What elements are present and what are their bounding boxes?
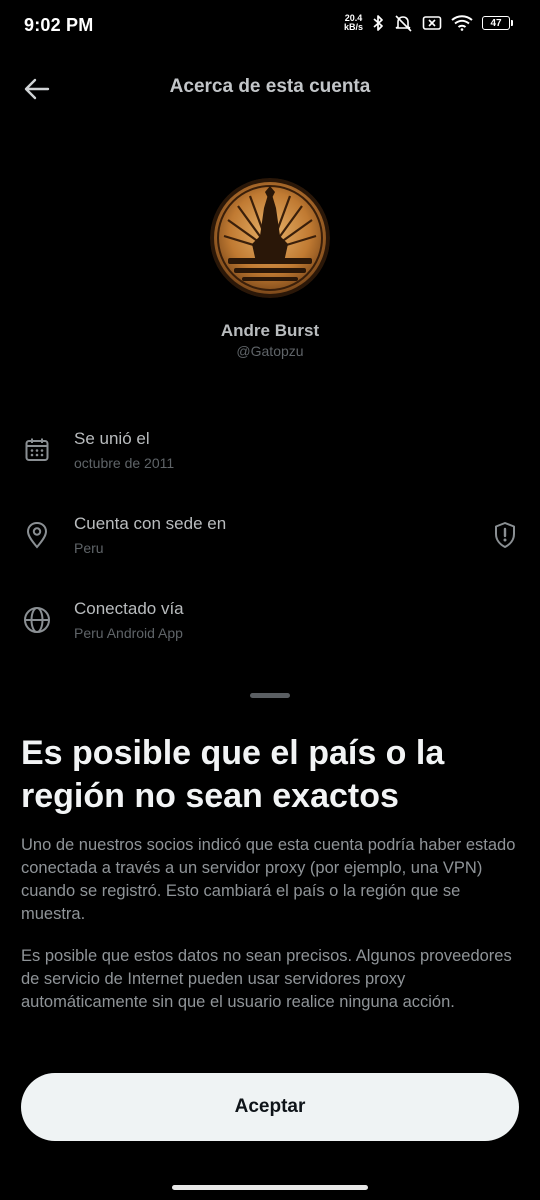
mute-icon — [395, 15, 412, 32]
profile-name: Andre Burst — [220, 321, 320, 340]
info-row-location: Cuenta con sede en Peru — [0, 514, 540, 578]
wifi-icon — [451, 15, 473, 31]
accept-button[interactable]: Aceptar — [21, 1073, 519, 1141]
profile-handle: @Gatopzu — [236, 343, 304, 359]
status-time: 9:02 PM — [24, 15, 94, 35]
network-speed-unit: kB/s — [343, 22, 363, 32]
joined-value: octubre de 2011 — [74, 455, 175, 471]
avatar[interactable] — [210, 178, 330, 298]
calendar-icon — [20, 433, 54, 467]
page-title: Acerca de esta cuenta — [169, 76, 371, 97]
sheet-paragraph-proxy: Uno de nuestros socios indicó que esta c… — [21, 836, 516, 923]
location-value: Peru — [74, 540, 104, 556]
battery-icon: 47 — [482, 16, 513, 30]
home-indicator[interactable] — [172, 1185, 368, 1190]
sheet-paragraph-accuracy: Es posible que estos datos no sean preci… — [21, 947, 512, 1011]
bluetooth-icon — [373, 15, 383, 31]
sheet-title: Es posible que el país o la región no se… — [21, 734, 445, 815]
info-row-joined: Se unió el octubre de 2011 — [0, 429, 540, 493]
app-header: Acerca de esta cuenta — [0, 60, 540, 116]
connected-value: Peru Android App — [74, 625, 183, 641]
shield-alert-button[interactable] — [488, 518, 522, 552]
sim-off-icon — [422, 16, 442, 30]
avatar-emblem-image — [210, 178, 330, 298]
status-bar: 9:02 PM 20.4 kB/s 47 — [0, 0, 540, 52]
shield-alert-icon — [495, 522, 515, 548]
sheet-drag-handle[interactable] — [250, 693, 290, 698]
network-speed: 20.4 kB/s — [344, 14, 363, 32]
info-row-connected: Conectado vía Peru Android App — [0, 599, 540, 663]
location-pin-icon — [20, 518, 54, 552]
connected-label: Conectado vía — [74, 599, 184, 618]
status-icons: 20.4 kB/s 47 — [344, 14, 513, 32]
location-label: Cuenta con sede en — [74, 514, 227, 533]
globe-icon — [20, 603, 54, 637]
joined-label: Se unió el — [74, 429, 150, 448]
